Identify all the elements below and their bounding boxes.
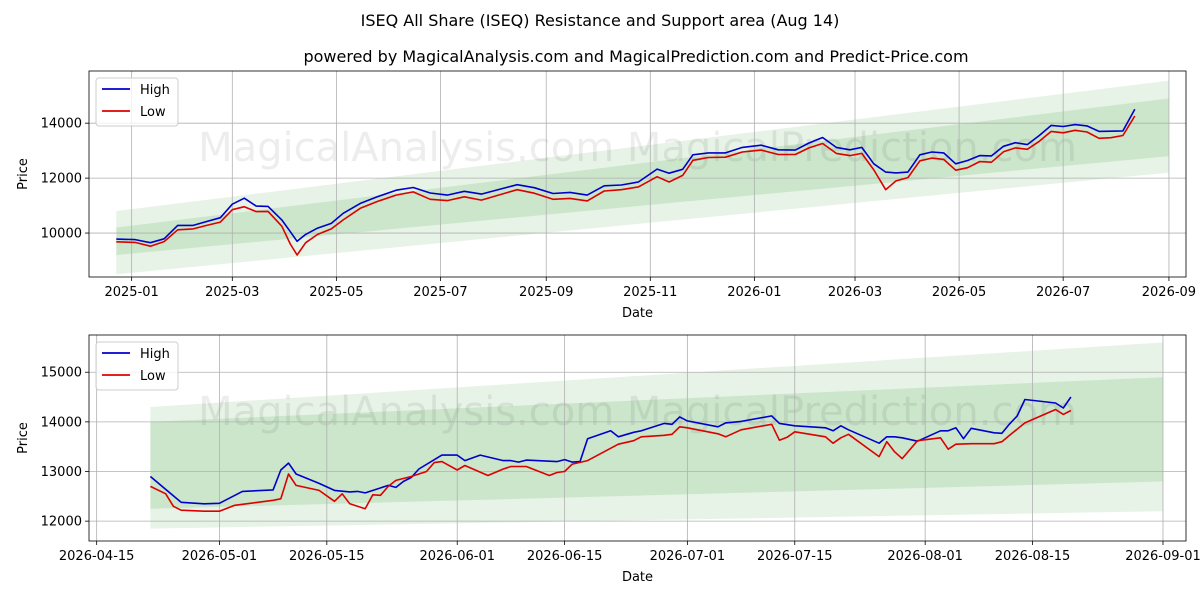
plot-panel-1: MagicalAnalysis.com MagicalPrediction.co… <box>16 70 1196 321</box>
x-tick-label: 2026-08-15 <box>995 549 1071 564</box>
x-tick-label: 2026-09 <box>1142 285 1196 300</box>
y-tick-label: 13000 <box>41 465 82 480</box>
x-tick-label: 2026-09-01 <box>1125 549 1200 564</box>
x-tick-label: 2026-05-01 <box>182 549 258 564</box>
x-axis-label: Date <box>622 570 653 585</box>
chart-title: ISEQ All Share (ISEQ) Resistance and Sup… <box>361 11 840 30</box>
x-tick-label: 2025-11 <box>623 285 677 300</box>
x-tick-label: 2026-04-15 <box>59 549 135 564</box>
x-tick-label: 2026-03 <box>828 285 882 300</box>
x-tick-label: 2026-08-01 <box>887 549 963 564</box>
y-tick-label: 15000 <box>41 366 82 381</box>
x-tick-label: 2026-01 <box>727 285 781 300</box>
y-tick-label: 12000 <box>41 172 82 187</box>
legend: High Low <box>95 77 179 127</box>
y-tick-label: 12000 <box>41 515 82 530</box>
x-axis-label: Date <box>622 306 653 321</box>
legend: High Low <box>95 341 179 391</box>
x-tick-label: 2026-07-01 <box>650 549 726 564</box>
legend-label-low: Low <box>140 369 166 384</box>
watermark-text: MagicalAnalysis.com MagicalPrediction.co… <box>198 125 1077 171</box>
x-tick-label: 2025-09 <box>519 285 573 300</box>
chart-canvas: ISEQ All Share (ISEQ) Resistance and Sup… <box>16 11 1200 585</box>
y-tick-label: 14000 <box>41 117 82 132</box>
legend-label-high: High <box>140 347 170 362</box>
x-tick-label: 2025-01 <box>104 285 158 300</box>
x-tick-label: 2026-06-01 <box>419 549 495 564</box>
x-tick-label: 2026-05-15 <box>289 549 365 564</box>
x-tick-label: 2025-05 <box>309 285 363 300</box>
legend-label-high: High <box>140 83 170 98</box>
x-tick-label: 2026-05 <box>932 285 986 300</box>
x-tick-label: 2025-07 <box>413 285 467 300</box>
y-tick-label: 10000 <box>41 227 82 242</box>
legend-label-low: Low <box>140 105 166 120</box>
y-axis-label: Price <box>16 422 31 454</box>
plot-panel-2: MagicalAnalysis.com MagicalPrediction.co… <box>16 334 1200 585</box>
y-tick-label: 14000 <box>41 415 82 430</box>
x-tick-label: 2025-03 <box>205 285 259 300</box>
chart-subtitle: powered by MagicalAnalysis.com and Magic… <box>303 47 968 66</box>
x-tick-label: 2026-07 <box>1036 285 1090 300</box>
watermark-text: MagicalAnalysis.com MagicalPrediction.co… <box>198 389 1077 435</box>
x-tick-label: 2026-06-15 <box>527 549 603 564</box>
y-axis-label: Price <box>16 158 31 190</box>
x-tick-label: 2026-07-15 <box>757 549 833 564</box>
